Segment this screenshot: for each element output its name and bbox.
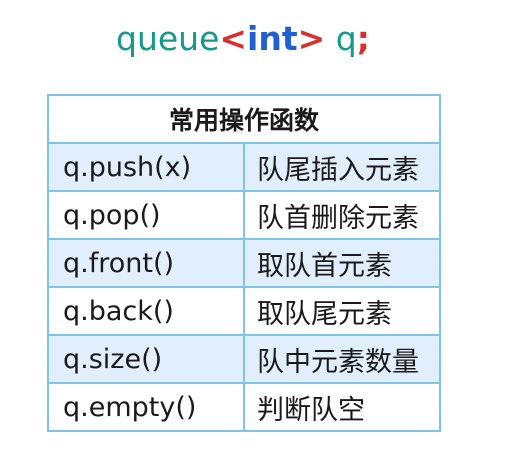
code-open-angle: < [219,19,248,58]
function-name: q.back() [47,286,245,336]
function-description: 取队首元素 [243,238,441,288]
function-description: 判断队空 [243,382,441,432]
function-name: q.empty() [47,382,245,432]
table-row: q.back() 取队尾元素 [47,286,441,336]
table-row: q.pop() 队首删除元素 [47,190,441,240]
code-declaration: queue<int> q; [116,14,370,64]
function-table: 常用操作函数 q.push(x) 队尾插入元素 q.pop() 队首删除元素 q… [47,94,441,432]
function-name: q.front() [47,238,245,288]
table-header-row: 常用操作函数 [47,94,441,144]
function-description: 队尾插入元素 [243,142,441,192]
function-description: 取队尾元素 [243,286,441,336]
table-row: q.front() 取队首元素 [47,238,441,288]
function-name: q.size() [47,334,245,384]
code-semicolon: ; [356,19,370,58]
table-header: 常用操作函数 [47,94,441,144]
function-name: q.pop() [47,190,245,240]
function-name: q.push(x) [47,142,245,192]
function-description: 队中元素数量 [243,334,441,384]
code-close-angle: > [297,19,326,58]
table-row: q.size() 队中元素数量 [47,334,441,384]
code-keyword-queue: queue [116,19,220,58]
code-type-int: int [247,19,298,58]
table-row: q.push(x) 队尾插入元素 [47,142,441,192]
code-variable-q: q [325,19,357,58]
table-row: q.empty() 判断队空 [47,382,441,432]
function-description: 队首删除元素 [243,190,441,240]
